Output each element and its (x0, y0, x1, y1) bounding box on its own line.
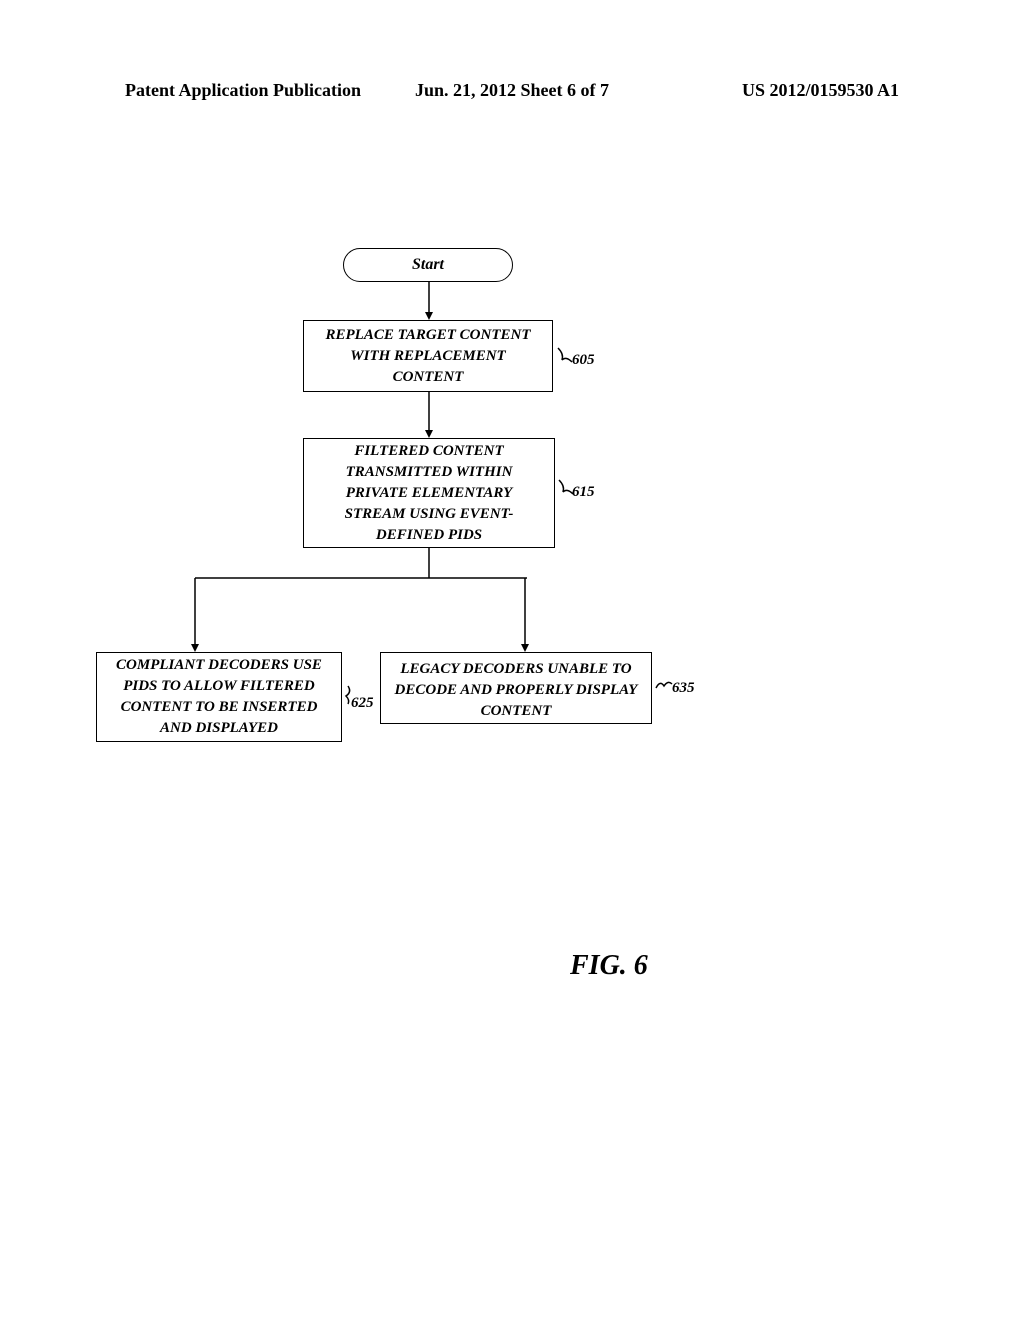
header-date-sheet: Jun. 21, 2012 Sheet 6 of 7 (383, 80, 641, 101)
arrow-split-to-625 (190, 576, 200, 652)
process-box-605: REPLACE TARGET CONTENT WITH REPLACEMENT … (303, 320, 553, 392)
curly-635 (654, 674, 674, 692)
process-615-text: FILTERED CONTENT TRANSMITTED WITHIN PRIV… (316, 441, 542, 546)
header-publication-label: Patent Application Publication (125, 80, 383, 101)
page-header: Patent Application Publication Jun. 21, … (0, 80, 1024, 101)
split-horizontal (195, 576, 527, 580)
flowchart-diagram: Start REPLACE TARGET CONTENT WITH REPLAC… (0, 200, 1024, 900)
arrow-615-to-split (424, 548, 434, 578)
arrow-split-to-635 (520, 576, 530, 652)
arrow-start-to-605 (424, 282, 434, 320)
figure-label: FIG. 6 (570, 950, 648, 982)
ref-615: 615 (572, 484, 595, 501)
ref-605: 605 (572, 352, 595, 369)
process-box-615: FILTERED CONTENT TRANSMITTED WITHIN PRIV… (303, 438, 555, 548)
arrow-605-to-615 (424, 392, 434, 438)
start-node: Start (343, 248, 513, 282)
start-label: Start (412, 256, 444, 274)
process-605-text: REPLACE TARGET CONTENT WITH REPLACEMENT … (316, 325, 540, 388)
process-625-text: COMPLIANT DECODERS USE PIDS TO ALLOW FIL… (109, 655, 329, 739)
ref-635: 635 (672, 680, 695, 697)
process-box-635: LEGACY DECODERS UNABLE TO DECODE AND PRO… (380, 652, 652, 724)
header-publication-number: US 2012/0159530 A1 (641, 80, 899, 101)
process-635-text: LEGACY DECODERS UNABLE TO DECODE AND PRO… (393, 659, 639, 722)
ref-625: 625 (351, 695, 374, 712)
process-box-625: COMPLIANT DECODERS USE PIDS TO ALLOW FIL… (96, 652, 342, 742)
